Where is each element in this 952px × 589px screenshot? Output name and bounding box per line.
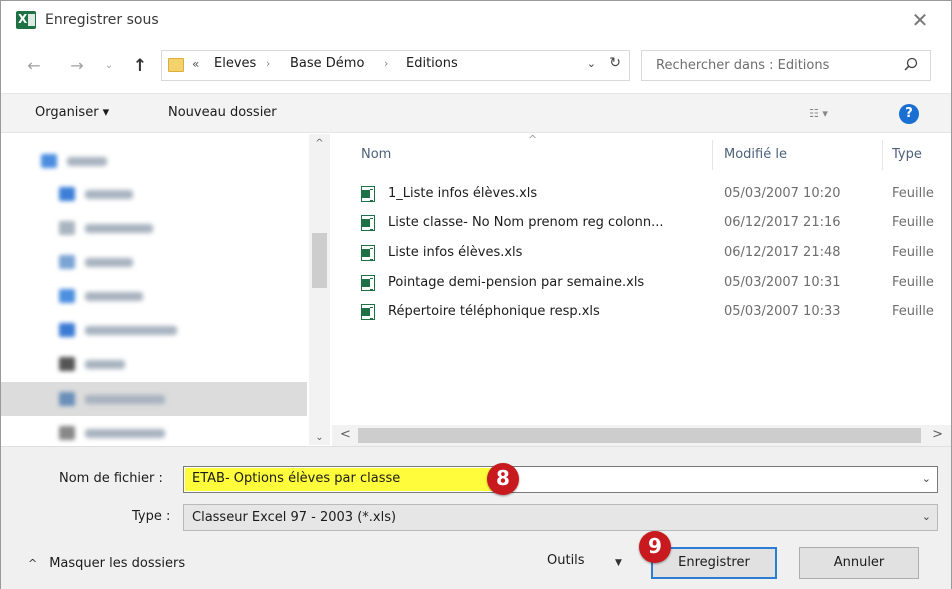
navigation-pane: ^ ⌄ (1, 134, 331, 445)
breadcrumb-overflow[interactable]: « (192, 57, 199, 71)
command-bar: Organiser ▾ Nouveau dossier ☷ ▾ ? (1, 93, 951, 133)
chevron-down-icon[interactable]: ⌄ (922, 472, 931, 485)
file-type: Feuille (892, 245, 934, 260)
new-folder-button[interactable]: Nouveau dossier (168, 105, 277, 120)
close-button[interactable]: ✕ (907, 7, 933, 33)
breadcrumb-editions[interactable]: Editions (406, 56, 458, 71)
file-row[interactable]: Liste classe- No Nom prenom reg colonn..… (358, 211, 951, 235)
excel-file-icon (361, 245, 375, 261)
file-name: Liste infos élèves.xls (388, 245, 523, 260)
up-arrow-icon[interactable]: ↑ (129, 55, 151, 77)
tree-item[interactable] (59, 389, 165, 409)
file-type: Feuille (892, 186, 934, 201)
breadcrumb-base-demo[interactable]: Base Démo (290, 56, 364, 71)
scroll-up-icon[interactable]: ^ (309, 138, 330, 149)
tree-item[interactable] (59, 218, 153, 238)
excel-file-icon (361, 215, 375, 231)
breadcrumb-separator-icon[interactable]: › (266, 57, 270, 70)
tree-item[interactable] (59, 286, 143, 306)
tree-item[interactable] (59, 320, 177, 340)
file-modified: 06/12/2017 21:48 (724, 245, 841, 260)
forward-arrow-icon[interactable]: → (66, 55, 88, 77)
scroll-left-icon[interactable]: < (340, 427, 351, 442)
scroll-thumb[interactable] (358, 428, 921, 443)
filename-input[interactable]: ETAB- Options élèves par classe ⌄ (183, 466, 938, 493)
file-row[interactable]: Liste infos élèves.xls 06/12/2017 21:48 … (358, 241, 951, 265)
file-type: Feuille (892, 215, 934, 230)
sort-ascending-icon: ^ (528, 133, 538, 146)
recent-locations-icon[interactable]: ⌄ (98, 55, 120, 77)
breadcrumb-separator-icon[interactable]: › (384, 57, 388, 70)
excel-file-icon (361, 304, 375, 320)
file-row[interactable]: Pointage demi-pension par semaine.xls 05… (358, 271, 951, 295)
chevron-up-icon: ^ (28, 557, 38, 570)
refresh-icon[interactable]: ↻ (609, 55, 621, 71)
scroll-thumb[interactable] (312, 233, 327, 288)
step-8-badge: 8 (487, 463, 519, 495)
excel-file-icon (361, 275, 375, 291)
scroll-right-icon[interactable]: > (932, 427, 943, 442)
hide-folders-label: Masquer les dossiers (49, 556, 186, 571)
file-name: Répertoire téléphonique resp.xls (388, 304, 600, 319)
step-9-badge: 9 (639, 531, 671, 563)
chevron-down-icon[interactable]: ⌄ (587, 57, 596, 70)
type-label: Type : (132, 509, 171, 524)
scroll-down-icon[interactable]: ⌄ (309, 432, 330, 443)
file-row[interactable]: Répertoire téléphonique resp.xls 05/03/2… (358, 300, 951, 324)
dropdown-arrow-icon[interactable]: ▼ (615, 558, 622, 568)
file-type-value: Classeur Excel 97 - 2003 (*.xls) (192, 510, 397, 525)
vertical-scrollbar[interactable]: ^ ⌄ (309, 134, 330, 445)
tree-item[interactable] (59, 354, 125, 374)
folder-icon (168, 58, 184, 72)
save-as-dialog: Enregistrer sous ✕ ← → ⌄ ↑ « Eleves › Ba… (0, 0, 952, 589)
save-options-panel: Nom de fichier : ETAB- Options élèves pa… (1, 446, 951, 589)
file-modified: 05/03/2007 10:33 (724, 304, 841, 319)
search-icon (904, 57, 918, 71)
column-header-type[interactable]: Type (892, 147, 922, 162)
help-icon[interactable]: ? (899, 104, 919, 124)
chevron-down-icon[interactable]: ⌄ (922, 510, 931, 523)
tree-item[interactable] (59, 423, 165, 443)
column-divider[interactable] (712, 140, 713, 170)
column-header-name[interactable]: Nom (361, 147, 391, 162)
filename-value: ETAB- Options élèves par classe (192, 471, 401, 486)
column-header-modified[interactable]: Modifié le (724, 147, 787, 162)
cancel-button[interactable]: Annuler (799, 547, 919, 579)
tree-item[interactable] (59, 184, 133, 204)
title-bar: Enregistrer sous ✕ (1, 1, 951, 41)
excel-icon (16, 11, 36, 29)
back-arrow-icon[interactable]: ← (23, 55, 45, 77)
file-type: Feuille (892, 304, 934, 319)
organize-menu[interactable]: Organiser ▾ (35, 105, 109, 120)
file-modified: 05/03/2007 10:20 (724, 186, 841, 201)
file-list: ^ Nom Modifié le Type 1_Liste infos élèv… (332, 133, 951, 445)
file-modified: 05/03/2007 10:31 (724, 275, 841, 290)
column-divider[interactable] (882, 140, 883, 170)
tools-menu[interactable]: Outils (547, 553, 585, 568)
tree-item[interactable] (59, 252, 133, 272)
tree-item[interactable] (41, 151, 107, 171)
hide-folders-button[interactable]: ^ Masquer les dossiers (28, 556, 185, 571)
file-type-select[interactable]: Classeur Excel 97 - 2003 (*.xls) ⌄ (183, 504, 938, 531)
address-bar[interactable]: « Eleves › Base Démo › Editions ⌄ ↻ (161, 50, 630, 81)
breadcrumb-eleves[interactable]: Eleves (214, 56, 256, 71)
search-input[interactable]: Rechercher dans : Editions (641, 50, 931, 81)
view-options-icon[interactable]: ☷ ▾ (809, 107, 828, 120)
filename-label: Nom de fichier : (59, 471, 163, 486)
search-placeholder: Rechercher dans : Editions (656, 58, 830, 73)
excel-file-icon (361, 186, 375, 202)
file-name: Liste classe- No Nom prenom reg colonn..… (388, 215, 664, 230)
window-title: Enregistrer sous (45, 12, 159, 28)
horizontal-scrollbar[interactable]: < > (332, 425, 951, 446)
file-row[interactable]: 1_Liste infos élèves.xls 05/03/2007 10:2… (358, 182, 951, 206)
file-modified: 06/12/2017 21:16 (724, 215, 841, 230)
navigation-row: ← → ⌄ ↑ « Eleves › Base Démo › Editions … (1, 45, 951, 87)
file-name: 1_Liste infos élèves.xls (388, 186, 538, 201)
file-type: Feuille (892, 275, 934, 290)
file-name: Pointage demi-pension par semaine.xls (388, 275, 645, 290)
